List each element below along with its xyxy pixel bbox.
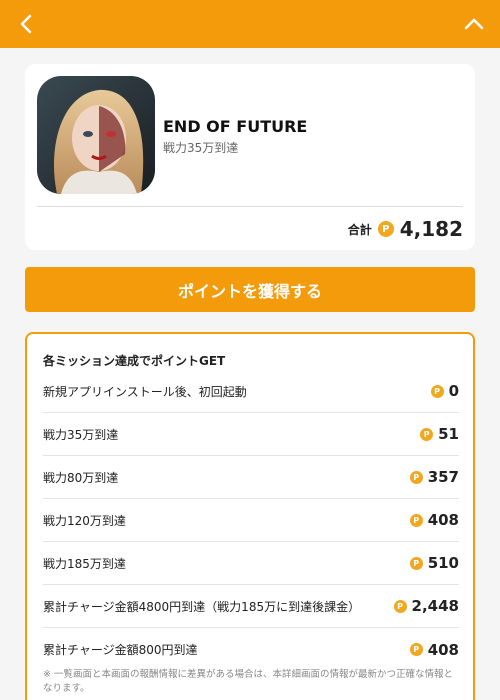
collapse-button[interactable] [458,10,490,38]
point-coin-icon: P [409,643,423,656]
mission-row: 戦力80万到達 P 357 [43,456,459,499]
point-coin-icon: P [409,513,423,527]
point-coin-icon: P [377,221,394,237]
mission-row: 戦力185万到達 P 510 [43,542,459,585]
mission-value: 0 [448,382,459,400]
mission-label: 戦力185万到達 [43,556,126,571]
app-card: END OF FUTURE 戦力35万到達 合計 P 4,182 [25,64,475,250]
game-app-icon[interactable] [37,76,155,194]
chevron-left-icon [20,14,32,34]
mission-points: P 408 [409,511,459,529]
mission-value: 2,448 [411,597,459,615]
point-coin-icon: P [409,470,423,484]
divider [37,206,463,207]
mission-label: 累計チャージ金額4800円到達（戦力185万に到達後課金） [43,599,361,614]
mission-row: 累計チャージ金額4800円到達（戦力185万に到達後課金） P 2,448 [43,585,459,628]
mission-label: 累計チャージ金額800円到達 [43,643,198,657]
mission-row: 新規アプリインストール後、初回起動 P 0 [43,370,459,413]
chevron-up-icon [464,18,484,30]
mission-points: P 408 [409,640,459,659]
app-title: END OF FUTURE [163,117,308,136]
get-points-button[interactable]: ポイントを獲得する [25,267,475,312]
point-coin-icon: P [430,384,444,398]
point-coin-icon: P [420,427,434,441]
top-bar [0,0,500,48]
mission-label: 戦力80万到達 [43,470,119,485]
point-coin-icon: P [409,556,423,570]
mission-points: P 51 [420,425,459,443]
missions-panel: 各ミッション達成でポイントGET 新規アプリインストール後、初回起動 P 0 戦… [25,332,475,700]
mission-value: 51 [438,425,459,443]
app-subtitle: 戦力35万到達 [163,141,239,155]
total-points: 4,182 [399,217,463,241]
point-coin-icon: P [393,599,407,613]
mission-label: 戦力35万到達 [43,427,119,442]
mission-points: P 0 [430,382,459,400]
total-row: 合計 P 4,182 [348,216,463,242]
mission-value: 510 [427,554,459,572]
mission-points: P 510 [409,554,459,572]
mission-row: 戦力35万到達 P 51 [43,413,459,456]
mission-label: 戦力120万到達 [43,513,126,528]
missions-title: 各ミッション達成でポイントGET [43,354,226,368]
mission-value: 408 [427,511,459,529]
mission-points: P 2,448 [393,597,459,615]
mission-row: 戦力120万到達 P 408 [43,499,459,542]
mission-points: P 357 [409,468,459,486]
back-button[interactable] [12,10,40,38]
mission-value: 357 [427,468,459,486]
disclaimer-note: ※ 一覧画面と本画面の報酬情報に差異がある場合は、本詳細画面の情報が最新かつ正確… [43,669,453,694]
mission-value: 408 [427,640,459,659]
mission-row: 累計チャージ金額800円到達 P 408 [43,628,459,671]
total-label: 合計 [347,222,372,237]
mission-label: 新規アプリインストール後、初回起動 [43,384,247,399]
